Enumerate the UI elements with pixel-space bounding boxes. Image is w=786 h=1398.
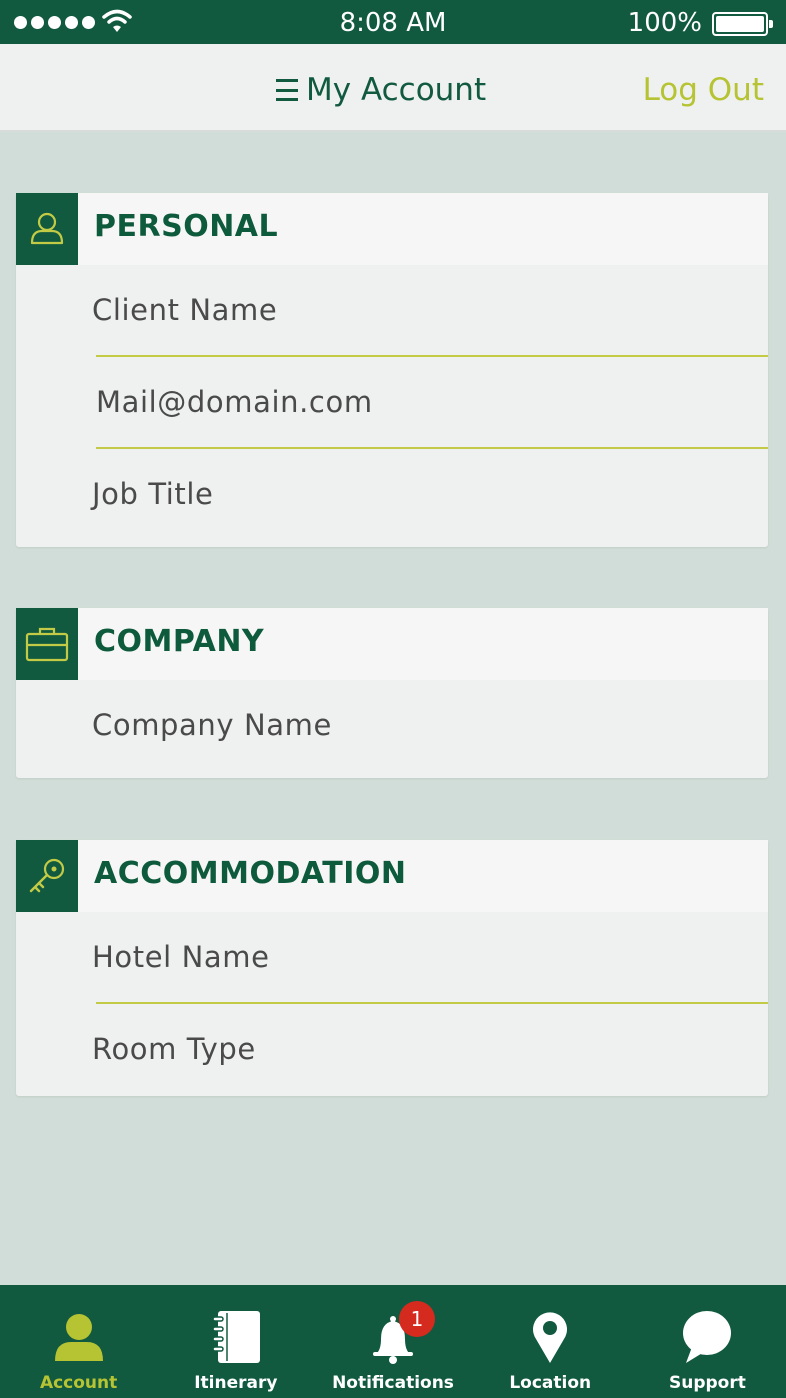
- tab-location[interactable]: Location: [472, 1285, 629, 1398]
- accommodation-section: ACCOMMODATION Hotel Name Room Type: [16, 840, 768, 1096]
- menu-icon[interactable]: [276, 79, 298, 101]
- section-title: PERSONAL: [94, 209, 279, 244]
- section-title: ACCOMMODATION: [94, 856, 407, 891]
- page-title-label: My Account: [306, 72, 487, 108]
- battery-percentage: 100%: [627, 8, 702, 38]
- personal-section: PERSONAL Client Name Mail@domain.com Job…: [16, 193, 768, 547]
- field-value: Room Type: [92, 1032, 256, 1066]
- chat-bubble-icon: [680, 1301, 734, 1373]
- tab-label: Location: [509, 1373, 592, 1393]
- notebook-icon: [209, 1301, 263, 1373]
- hotel-name-field[interactable]: Hotel Name: [16, 912, 768, 1004]
- key-icon: [16, 840, 78, 912]
- field-value: Mail@domain.com: [96, 385, 373, 419]
- navigation-bar: My Account Log Out: [0, 44, 786, 132]
- person-icon: [16, 193, 78, 265]
- company-name-field[interactable]: Company Name: [16, 680, 768, 778]
- tab-label: Account: [39, 1373, 118, 1393]
- battery-icon: [712, 12, 773, 36]
- logout-button[interactable]: Log Out: [643, 72, 764, 108]
- field-value: Hotel Name: [92, 940, 270, 974]
- location-pin-icon: [528, 1301, 572, 1373]
- section-header: COMPANY: [16, 608, 768, 680]
- field-value: Client Name: [92, 293, 278, 327]
- field-value: Job Title: [92, 477, 214, 511]
- tab-account[interactable]: Account: [0, 1285, 157, 1398]
- section-header: ACCOMMODATION: [16, 840, 768, 912]
- tab-support[interactable]: Support: [629, 1285, 786, 1398]
- page-title[interactable]: My Account: [276, 72, 486, 108]
- briefcase-icon: [16, 608, 78, 680]
- section-title: COMPANY: [94, 624, 265, 659]
- bell-icon: 1: [363, 1301, 435, 1373]
- company-section: COMPANY Company Name: [16, 608, 768, 778]
- account-icon: [51, 1301, 107, 1373]
- notification-badge: 1: [399, 1301, 435, 1337]
- tab-label: Support: [668, 1373, 746, 1393]
- tab-label: Notifications: [332, 1373, 454, 1393]
- job-title-field[interactable]: Job Title: [16, 449, 768, 547]
- tab-label: Itinerary: [194, 1373, 278, 1393]
- status-bar: 8:08 AM 100%: [0, 0, 786, 44]
- tab-bar: Account Itinerary 1 Notifications Locati…: [0, 1285, 786, 1398]
- tab-itinerary[interactable]: Itinerary: [157, 1285, 314, 1398]
- tab-notifications[interactable]: 1 Notifications: [314, 1285, 471, 1398]
- section-header: PERSONAL: [16, 193, 768, 265]
- client-name-field[interactable]: Client Name: [16, 265, 768, 357]
- room-type-field[interactable]: Room Type: [16, 1004, 768, 1096]
- email-field[interactable]: Mail@domain.com: [16, 357, 768, 449]
- field-value: Company Name: [92, 708, 332, 742]
